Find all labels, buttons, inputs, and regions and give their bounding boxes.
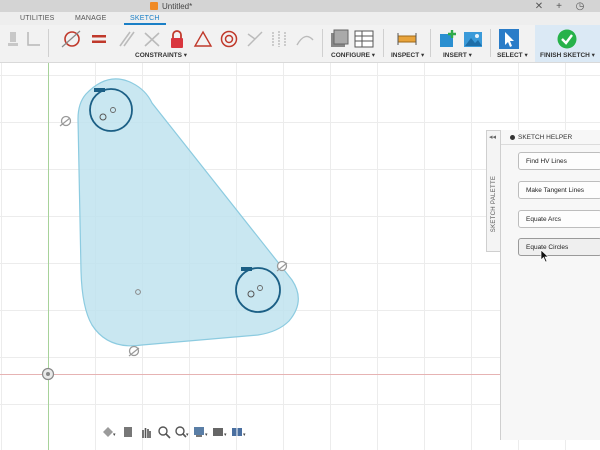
display-settings-icon[interactable]: ▾ bbox=[193, 425, 209, 439]
collapse-palette-icon[interactable]: ◂◂ bbox=[489, 133, 496, 141]
toolbar-tabs: UTILITIES MANAGE SKETCH bbox=[0, 12, 600, 25]
orbit-icon[interactable]: ▾ bbox=[101, 425, 117, 439]
tab-utilities[interactable]: UTILITIES bbox=[20, 12, 54, 25]
finish-sketch-label: FINISH SKETCH ▾ bbox=[540, 52, 595, 59]
zoom-window-icon[interactable]: ▾ bbox=[174, 425, 190, 439]
sketch-profile[interactable] bbox=[77, 78, 299, 347]
document-title: Untitled* bbox=[150, 0, 192, 12]
insert-group-label[interactable]: INSERT ▾ bbox=[443, 51, 472, 61]
viewports-icon[interactable]: ▾ bbox=[231, 425, 247, 439]
new-tab-icon[interactable]: + bbox=[552, 0, 566, 12]
parallel-constraint-icon[interactable] bbox=[115, 28, 137, 50]
tangent-constraint-icon[interactable] bbox=[60, 28, 82, 50]
tab-sketch[interactable]: SKETCH bbox=[124, 12, 166, 25]
svg-text:▾: ▾ bbox=[186, 432, 189, 438]
tangent-glyph-icon bbox=[128, 345, 140, 357]
sketch-helper-header[interactable]: SKETCH HELPER bbox=[501, 130, 600, 145]
sketch-palette-tab[interactable]: ◂◂ SKETCH PALETTE bbox=[486, 130, 501, 252]
find-hv-lines-button[interactable]: Find HV Lines bbox=[518, 152, 600, 170]
ribbon-toolbar: CONSTRAINTS ▾ CONFIGURE ▾ INSPECT ▾ INSE… bbox=[0, 25, 600, 63]
finish-sketch-button[interactable]: FINISH SKETCH ▾ bbox=[535, 25, 600, 62]
symmetry-constraint-icon[interactable] bbox=[268, 28, 290, 50]
svg-text:▾: ▾ bbox=[243, 432, 246, 438]
configure-icon[interactable] bbox=[328, 28, 350, 50]
equate-circles-button[interactable]: Equate Circles bbox=[518, 238, 600, 256]
zoom-icon[interactable] bbox=[156, 425, 171, 439]
midpoint-constraint-icon[interactable] bbox=[192, 28, 214, 50]
look-at-icon[interactable] bbox=[120, 425, 135, 439]
constraints-group-label[interactable]: CONSTRAINTS ▾ bbox=[135, 51, 187, 61]
configure-group-label[interactable]: CONFIGURE ▾ bbox=[331, 51, 375, 61]
sketch-helper-panel: SKETCH HELPER Find HV Lines Make Tangent… bbox=[500, 130, 600, 440]
mouse-cursor-icon bbox=[540, 249, 550, 263]
line-tool-icon[interactable] bbox=[22, 28, 44, 50]
tangent-glyph-icon bbox=[59, 115, 72, 127]
coincident-constraint-icon[interactable] bbox=[244, 28, 266, 50]
document-icon bbox=[150, 2, 158, 10]
insert-derive-icon[interactable] bbox=[437, 28, 459, 50]
fix-constraint-icon[interactable] bbox=[166, 28, 188, 50]
inspect-group-label[interactable]: INSPECT ▾ bbox=[391, 51, 424, 61]
constraint-glyph bbox=[241, 267, 252, 271]
make-tangent-lines-button[interactable]: Make Tangent Lines bbox=[518, 181, 600, 199]
select-group-label[interactable]: SELECT ▾ bbox=[497, 51, 528, 61]
select-icon[interactable] bbox=[498, 28, 520, 50]
navigation-bar: ▾ ▾ ▾ ▾ ▾ bbox=[101, 423, 247, 441]
constraint-glyph bbox=[94, 88, 105, 92]
tab-manage[interactable]: MANAGE bbox=[75, 12, 107, 25]
tangent-glyph-icon bbox=[276, 260, 288, 272]
curvature-constraint-icon[interactable] bbox=[294, 28, 316, 50]
parameters-table-icon[interactable] bbox=[353, 28, 375, 50]
close-tab-icon[interactable]: ✕ bbox=[532, 0, 546, 12]
measure-icon[interactable] bbox=[396, 28, 418, 50]
svg-text:▾: ▾ bbox=[224, 432, 227, 438]
panel-bullet-icon bbox=[510, 134, 515, 140]
sketch-tool-icon[interactable] bbox=[2, 28, 24, 50]
svg-text:▾: ▾ bbox=[113, 432, 116, 438]
perpendicular-constraint-icon[interactable] bbox=[141, 28, 163, 50]
pan-icon[interactable] bbox=[138, 425, 153, 439]
history-icon[interactable]: ◷ bbox=[573, 0, 587, 12]
sketch-helper-title: SKETCH HELPER bbox=[518, 133, 573, 141]
sketch-canvas[interactable]: ◂◂ SKETCH PALETTE SKETCH HELPER Find HV … bbox=[0, 63, 600, 450]
equate-arcs-button[interactable]: Equate Arcs bbox=[518, 210, 600, 228]
svg-text:▾: ▾ bbox=[205, 432, 208, 438]
document-title-text: Untitled* bbox=[162, 1, 193, 11]
origin-point-icon[interactable] bbox=[41, 367, 55, 381]
equal-constraint-icon[interactable] bbox=[88, 28, 110, 50]
insert-image-icon[interactable] bbox=[462, 28, 484, 50]
concentric-constraint-icon[interactable] bbox=[218, 28, 240, 50]
sketch-palette-label: SKETCH PALETTE bbox=[491, 175, 497, 233]
check-icon bbox=[556, 28, 578, 50]
grid-settings-icon[interactable]: ▾ bbox=[212, 425, 228, 439]
